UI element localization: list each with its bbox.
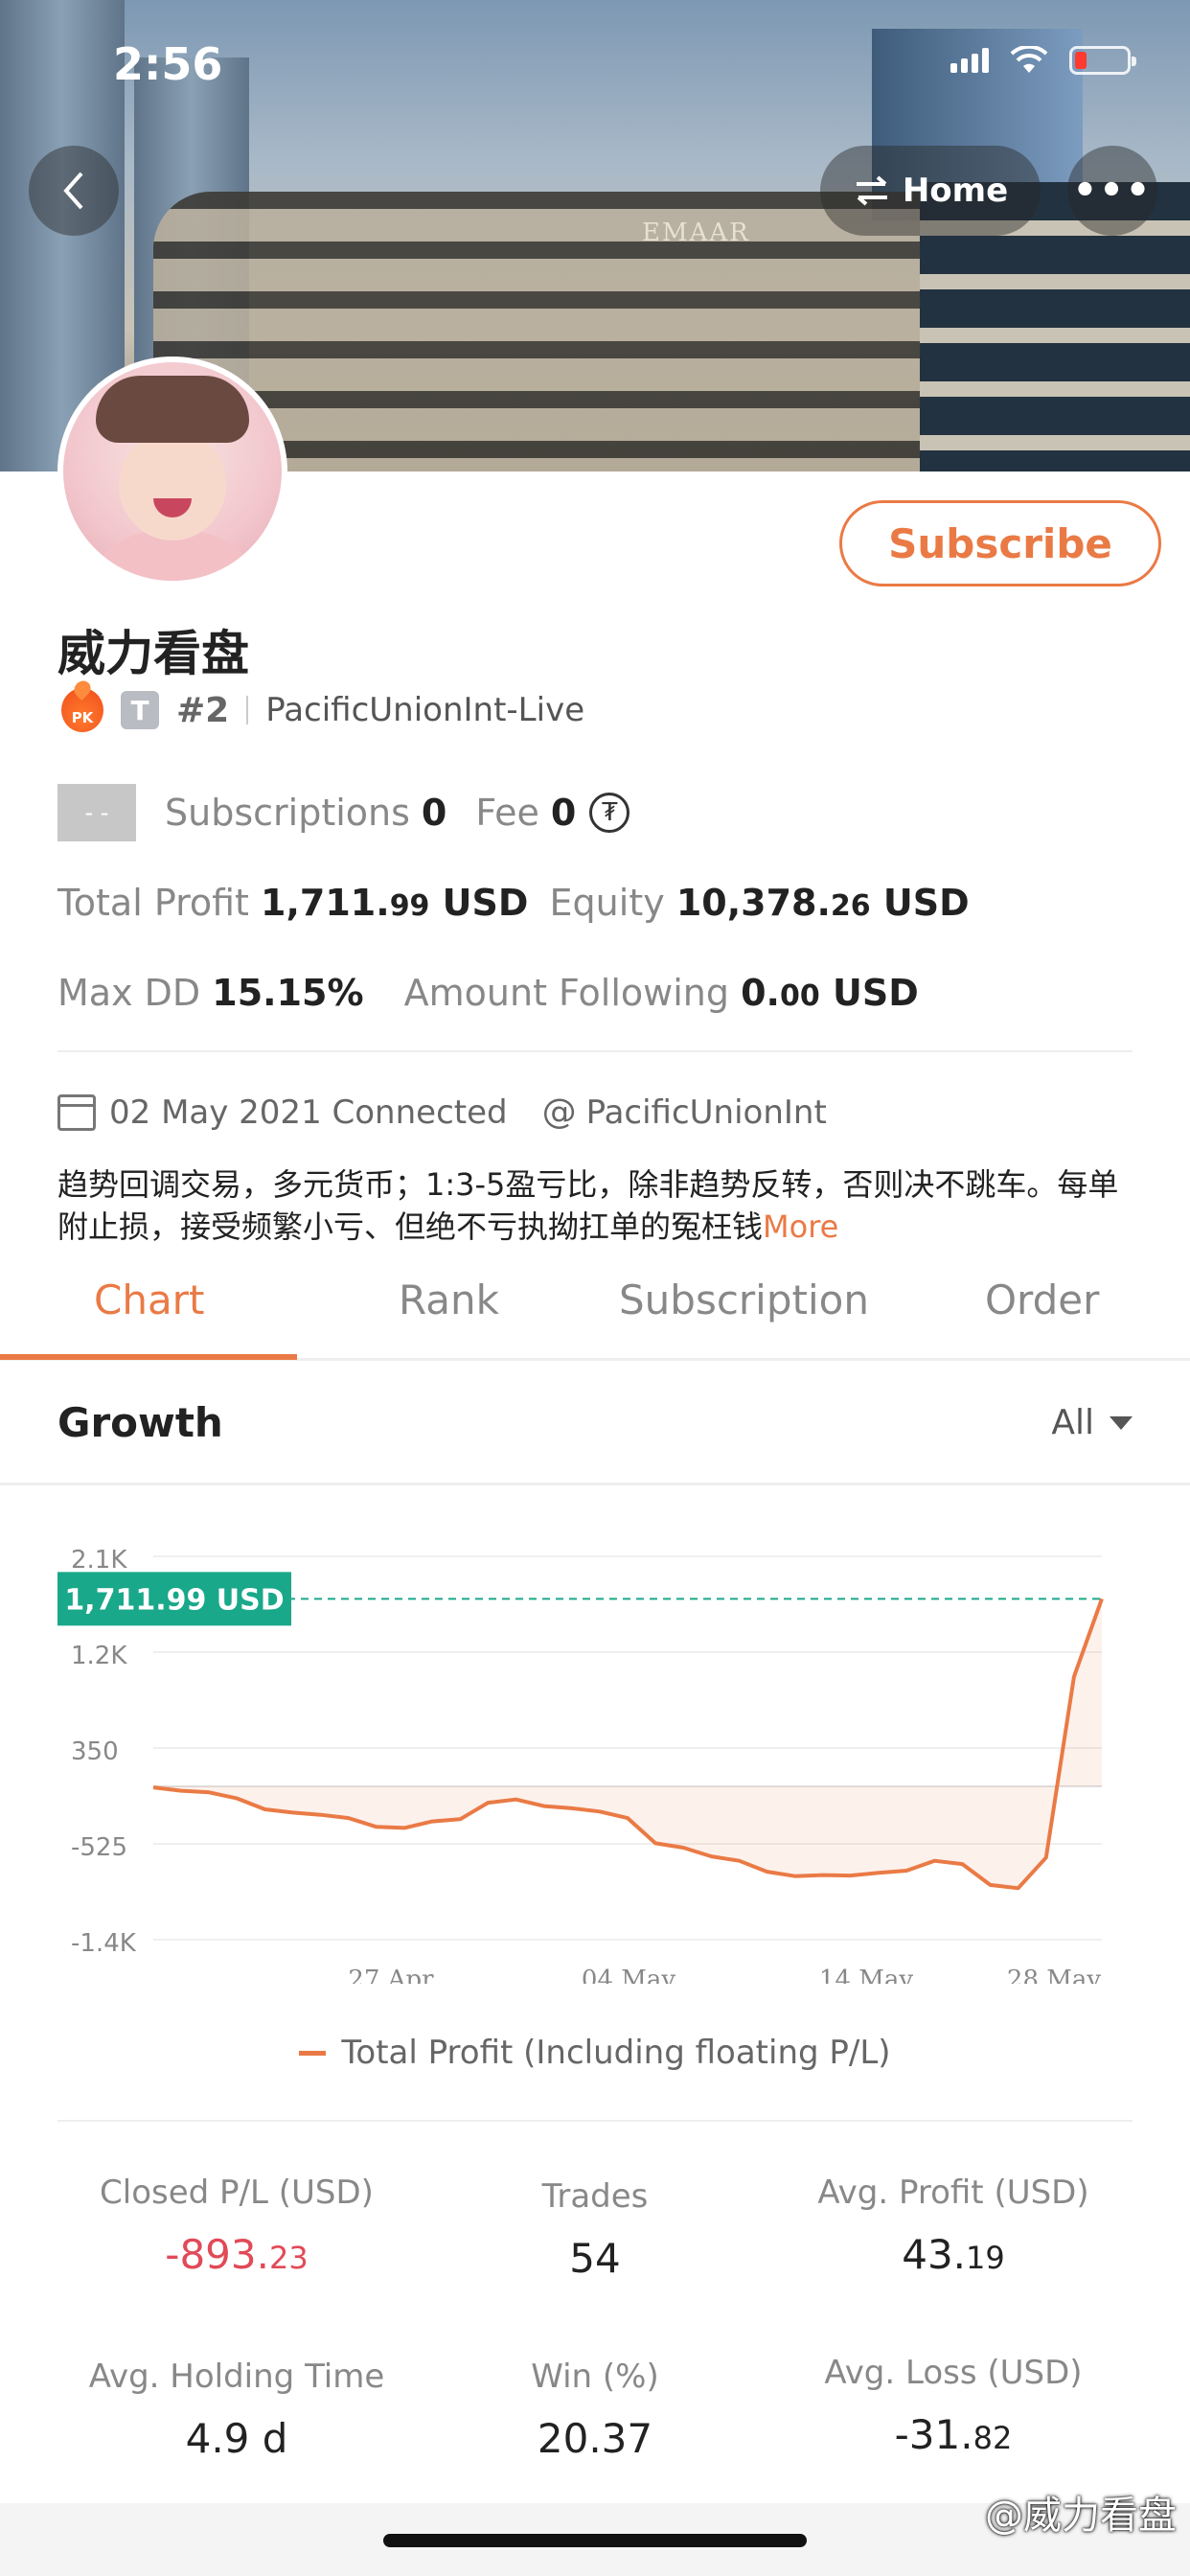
tab-subscription[interactable]: Subscription bbox=[619, 1276, 869, 1323]
stat-avg-profit: Avg. Profit (USD) 43.19 bbox=[774, 2174, 1133, 2278]
signal-icon bbox=[950, 48, 989, 73]
badge-divider bbox=[246, 696, 249, 724]
legend-label: Total Profit (Including floating P/L) bbox=[341, 2034, 891, 2072]
battery-icon bbox=[1069, 46, 1136, 75]
total-profit-label: Total Profit bbox=[57, 882, 249, 924]
coin-icon[interactable]: ₮ bbox=[589, 793, 630, 833]
more-link[interactable]: More bbox=[763, 1208, 838, 1245]
badge-row: PK T #2 PacificUnionInt-Live bbox=[61, 688, 584, 732]
avatar[interactable] bbox=[57, 356, 287, 586]
win-label: Win (%) bbox=[531, 2358, 659, 2396]
home-indicator[interactable] bbox=[383, 2534, 807, 2547]
subscriptions-label: Subscriptions bbox=[165, 792, 410, 834]
avg-loss-label: Avg. Loss (USD) bbox=[824, 2354, 1083, 2392]
y-tick-label: -525 bbox=[71, 1833, 127, 1862]
status-icons bbox=[950, 46, 1136, 75]
home-button[interactable]: Home bbox=[820, 146, 1041, 236]
status-time: 2:56 bbox=[113, 38, 223, 90]
equity-label: Equity bbox=[549, 882, 665, 924]
tab-bar: Chart Rank Subscription Order bbox=[0, 1257, 1190, 1361]
amount-following-label: Amount Following bbox=[403, 972, 730, 1014]
more-options-button[interactable]: ••• bbox=[1067, 146, 1157, 236]
tab-chart[interactable]: Chart bbox=[94, 1276, 204, 1323]
active-tab-indicator bbox=[0, 1354, 297, 1360]
fee-label: Fee bbox=[475, 792, 539, 834]
fee-value: 0 bbox=[550, 792, 577, 834]
closed-pl-value: -893.23 bbox=[165, 2231, 309, 2278]
x-tick-label: 04 May bbox=[582, 1966, 675, 1984]
amount-following-value: 0.00 USD bbox=[741, 972, 919, 1014]
avg-profit-label: Avg. Profit (USD) bbox=[817, 2174, 1089, 2212]
avg-profit-value: 43.19 bbox=[902, 2231, 1005, 2278]
cover-sign: EMAAR bbox=[642, 218, 750, 247]
trades-value: 54 bbox=[569, 2235, 621, 2282]
broker-name: PacificUnionInt-Live bbox=[265, 691, 585, 729]
pk-badge-label: PK bbox=[71, 709, 94, 726]
range-filter-dropdown[interactable]: All bbox=[1051, 1403, 1133, 1442]
y-tick-label: -1.4K bbox=[71, 1929, 137, 1958]
caret-down-icon bbox=[1110, 1415, 1133, 1430]
chart-legend: Total Profit (Including floating P/L) bbox=[0, 2034, 1190, 2072]
profile-name: 威力看盘 bbox=[57, 626, 249, 681]
divider bbox=[57, 1050, 1133, 1052]
broker-handle[interactable]: PacificUnionInt bbox=[586, 1093, 827, 1132]
calendar-icon bbox=[57, 1093, 96, 1131]
trades-label: Trades bbox=[541, 2177, 649, 2216]
stat-trades: Trades 54 bbox=[416, 2177, 774, 2282]
win-value: 20.37 bbox=[537, 2415, 653, 2462]
ellipsis-icon: ••• bbox=[1072, 169, 1153, 213]
tab-rank[interactable]: Rank bbox=[399, 1276, 499, 1323]
y-tick-label: 2.1K bbox=[71, 1546, 127, 1575]
stat-win: Win (%) 20.37 bbox=[416, 2358, 774, 2462]
home-label: Home bbox=[902, 172, 1009, 210]
subscribe-button[interactable]: Subscribe bbox=[839, 500, 1161, 586]
type-badge: T bbox=[121, 691, 159, 729]
watermark: @威力看盘 bbox=[985, 2494, 1177, 2538]
growth-chart[interactable]: 2.1K 1.2K 350 -525 -1.4K 27 Apr 04 May 14 May 28… bbox=[0, 1524, 1190, 1984]
chevron-left-icon bbox=[63, 172, 83, 210]
range-filter-label: All bbox=[1051, 1403, 1094, 1442]
tab-order[interactable]: Order bbox=[985, 1276, 1099, 1323]
total-profit-value: 1,711.99 USD bbox=[261, 882, 529, 924]
strategy-description: 趋势回调交易，多元货币；1:3-5盈亏比，除非趋势反转，否则决不跳车。每单附止损… bbox=[57, 1163, 1140, 1248]
profit-equity-row: Total Profit 1,711.99 USD Equity 10,378.… bbox=[57, 882, 970, 924]
x-tick-label: 27 Apr bbox=[348, 1966, 434, 1984]
subscriptions-value: 0 bbox=[421, 792, 447, 834]
x-tick-label: 28 May bbox=[1007, 1966, 1101, 1984]
current-value-label: 1,711.99 USD bbox=[64, 1583, 284, 1617]
legend-swatch bbox=[299, 2050, 327, 2056]
drawdown-row: Max DD 15.15% Amount Following 0.00 USD bbox=[57, 972, 919, 1014]
max-dd-label: Max DD bbox=[57, 972, 201, 1014]
avg-loss-value: -31.82 bbox=[894, 2411, 1013, 2458]
back-button[interactable] bbox=[29, 146, 119, 236]
subscriptions-row: - - Subscriptions 0 Fee 0 ₮ bbox=[57, 784, 630, 841]
stats-grid: Closed P/L (USD) -893.23 Trades 54 Avg. … bbox=[57, 2120, 1133, 2462]
equity-value: 10,378.26 USD bbox=[675, 882, 970, 924]
rank-badge: #2 bbox=[176, 690, 230, 730]
y-tick-label: 350 bbox=[71, 1737, 119, 1766]
avg-holding-value: 4.9 d bbox=[185, 2415, 288, 2462]
pk-fire-icon[interactable]: PK bbox=[61, 688, 103, 732]
max-dd-value: 15.15% bbox=[212, 972, 364, 1014]
swap-icon bbox=[856, 175, 887, 206]
placeholder-box: - - bbox=[57, 784, 136, 841]
avg-holding-label: Avg. Holding Time bbox=[88, 2358, 385, 2396]
connected-row: 02 May 2021 Connected @ PacificUnionInt bbox=[57, 1092, 827, 1132]
closed-pl-label: Closed P/L (USD) bbox=[100, 2174, 374, 2212]
growth-title: Growth bbox=[57, 1399, 223, 1446]
x-tick-label: 14 May bbox=[819, 1966, 913, 1984]
stat-avg-holding: Avg. Holding Time 4.9 d bbox=[57, 2358, 416, 2462]
y-tick-label: 1.2K bbox=[71, 1642, 127, 1670]
description-text: 趋势回调交易，多元货币；1:3-5盈亏比，除非趋势反转，否则决不跳车。每单附止损… bbox=[57, 1166, 1119, 1245]
wifi-icon bbox=[1010, 46, 1048, 73]
stat-closed-pl: Closed P/L (USD) -893.23 bbox=[57, 2174, 416, 2278]
growth-header: Growth All bbox=[0, 1361, 1190, 1485]
stat-avg-loss: Avg. Loss (USD) -31.82 bbox=[774, 2354, 1133, 2458]
connected-date: 02 May 2021 Connected bbox=[109, 1092, 508, 1132]
at-icon: @ bbox=[541, 1092, 577, 1132]
